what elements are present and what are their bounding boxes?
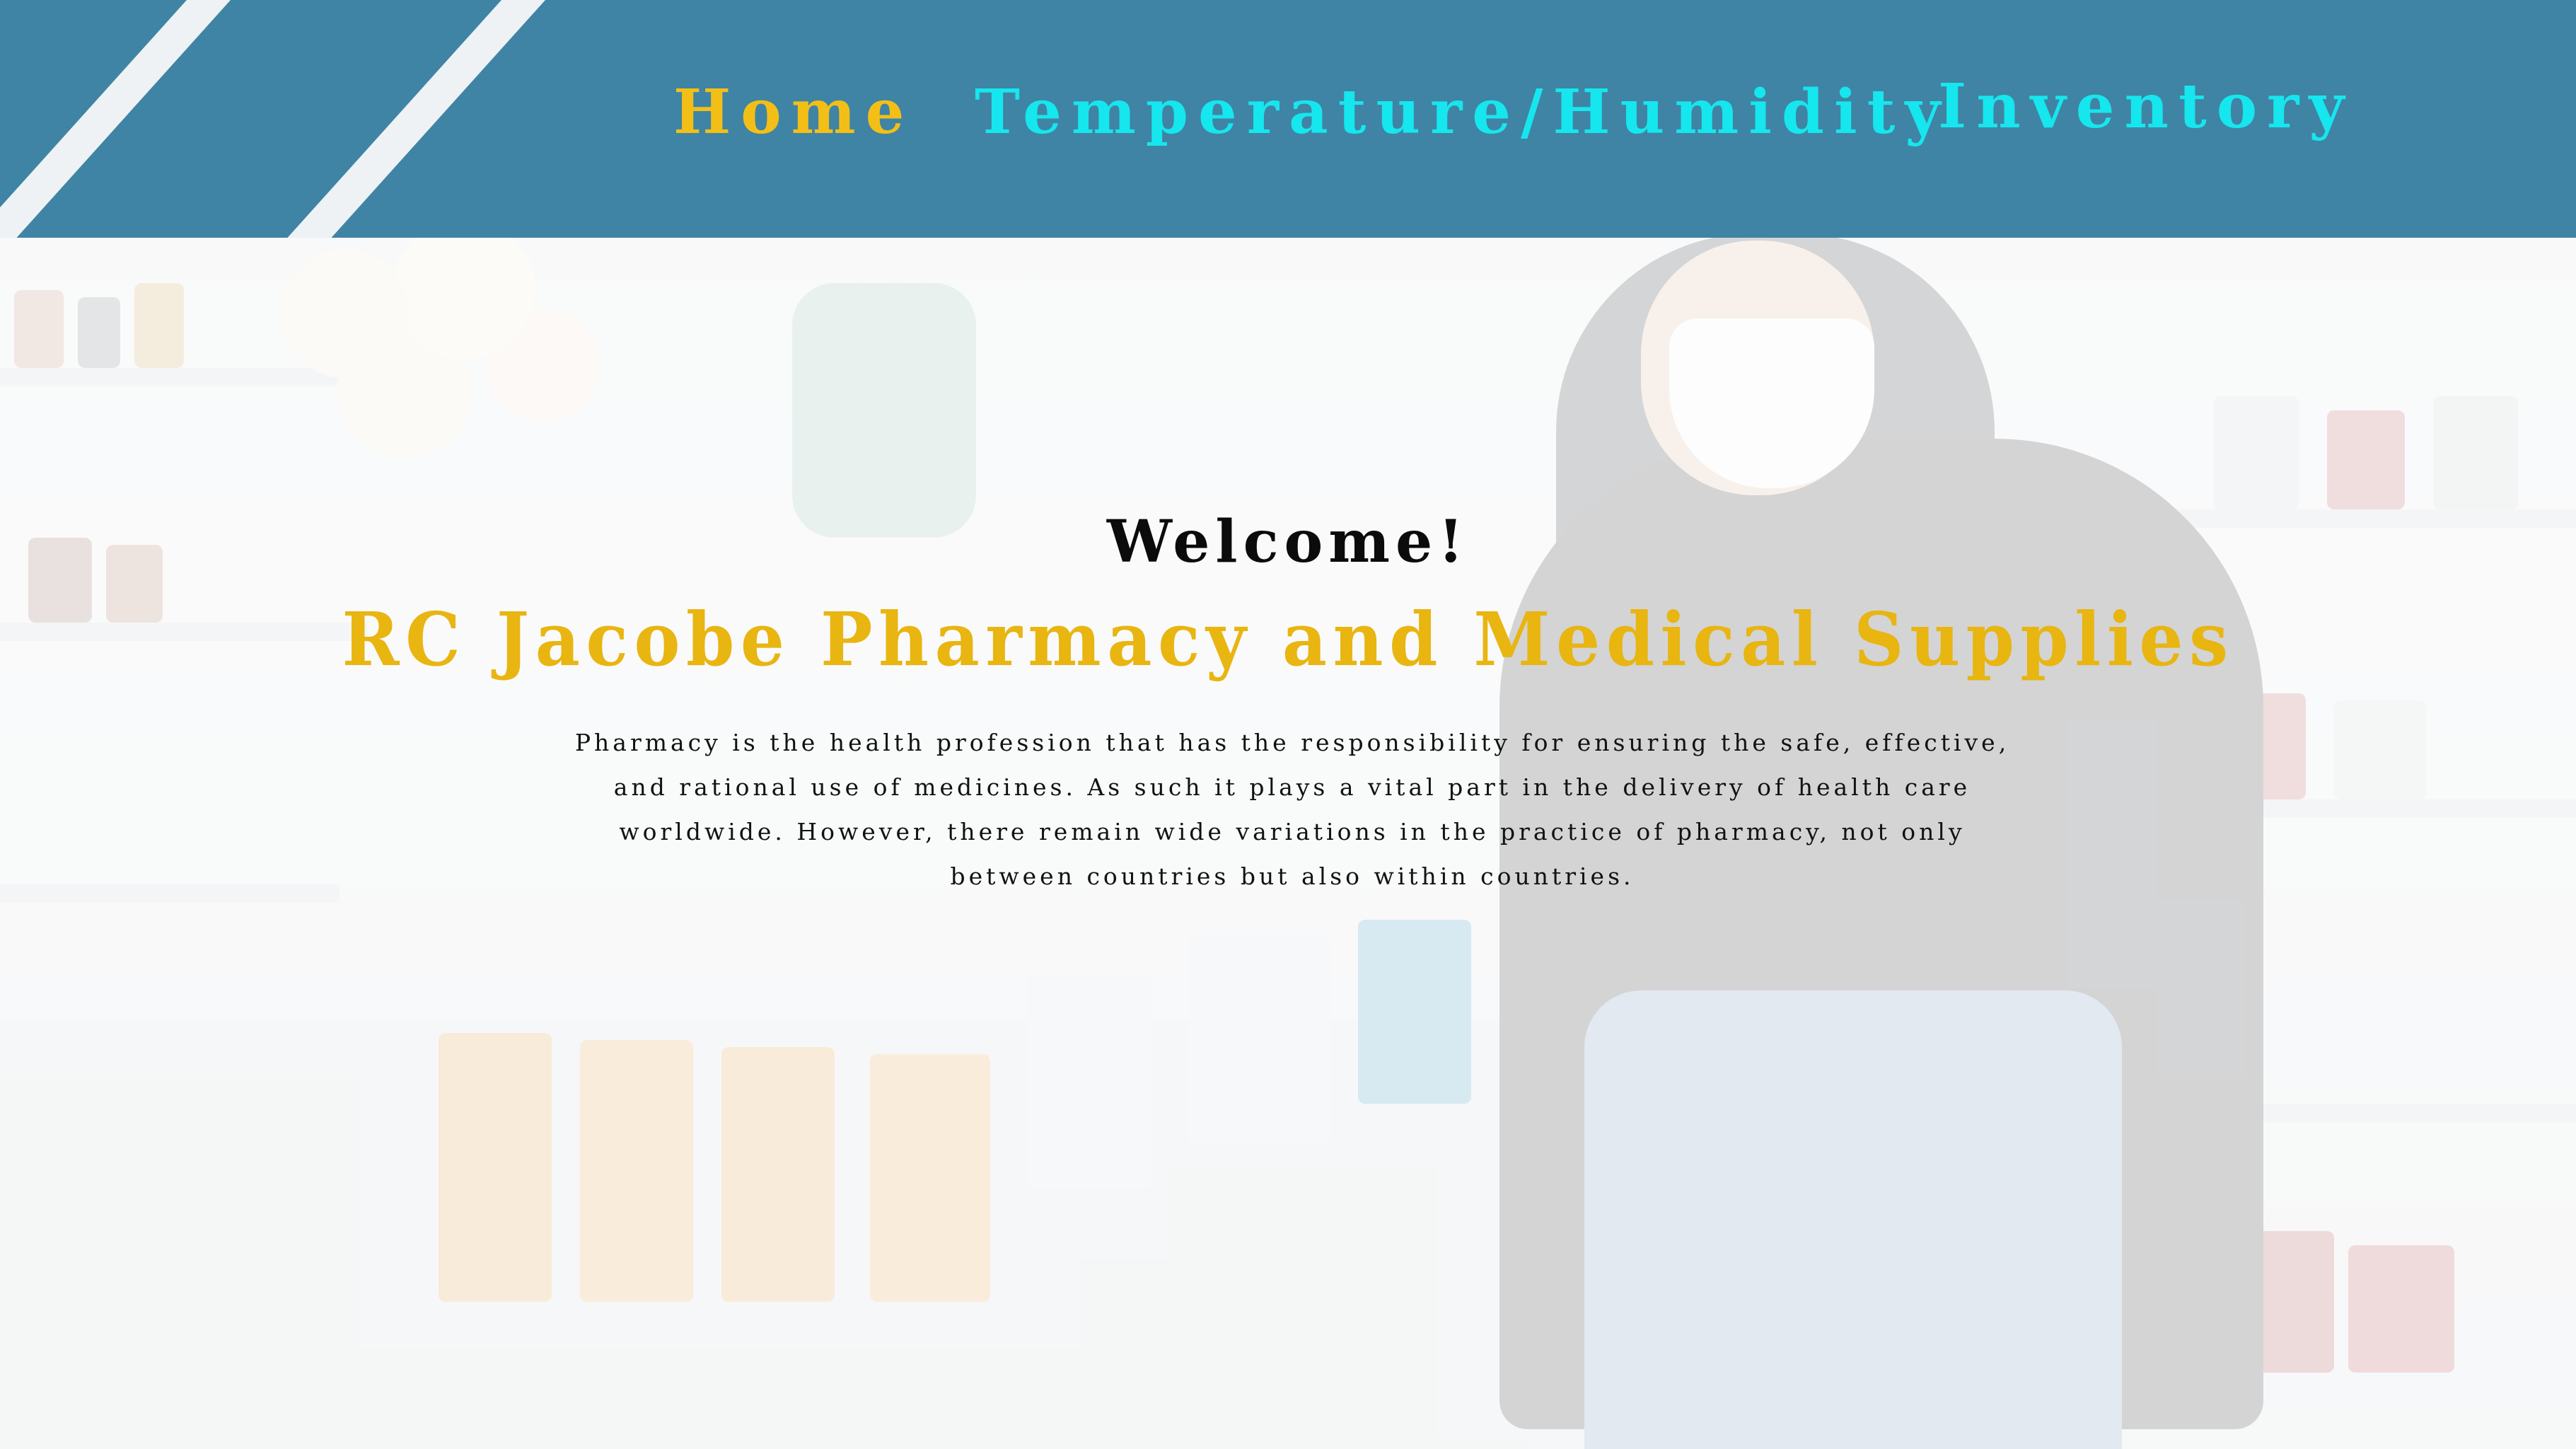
- pharmacy-title: RC Jacobe Pharmacy and Medical Supplies: [342, 596, 2234, 683]
- page: Home Temperature/Humidity Inventory Welc…: [0, 0, 2576, 1449]
- intro-paragraph: Pharmacy is the health profession that h…: [574, 729, 2010, 890]
- nav-temperature-humidity-link[interactable]: Temperature/Humidity: [975, 76, 1950, 148]
- nav-home-link[interactable]: Home: [673, 76, 914, 148]
- nav-inventory-link[interactable]: Inventory: [1938, 71, 2354, 142]
- top-navbar: Home Temperature/Humidity Inventory: [0, 0, 2576, 238]
- welcome-heading: Welcome!: [1106, 508, 1470, 576]
- decorative-stripe: [0, 0, 256, 238]
- decorative-stripe: [233, 0, 571, 238]
